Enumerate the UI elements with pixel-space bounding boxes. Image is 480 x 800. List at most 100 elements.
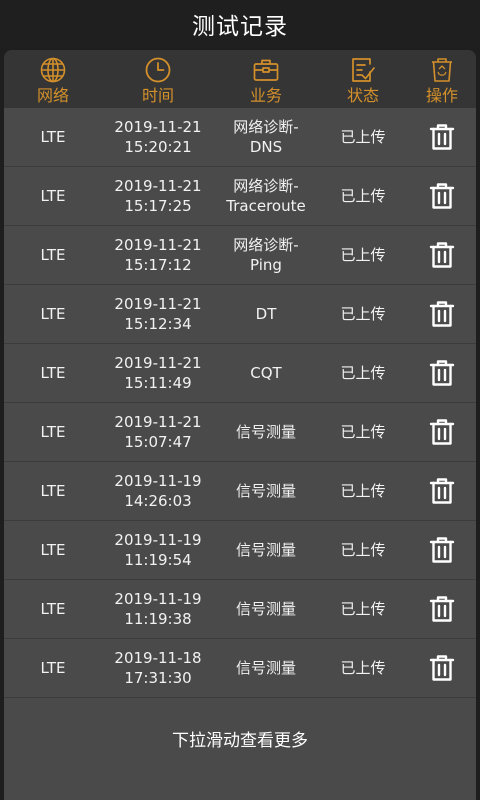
clock-icon: [145, 57, 171, 83]
load-more-hint[interactable]: 下拉滑动查看更多: [4, 698, 476, 778]
globe-icon: [40, 57, 66, 83]
row-business-line2: Traceroute: [226, 197, 306, 215]
row-business: CQT: [214, 344, 318, 402]
recycle-bin-icon: [432, 58, 452, 82]
header-business: 业务: [214, 50, 318, 108]
row-business-line1: 信号测量: [235, 482, 296, 500]
delete-button[interactable]: [408, 462, 476, 520]
row-business: 信号测量: [214, 462, 318, 520]
title-bar: 测试记录: [0, 0, 480, 48]
header-action-label: 操作: [425, 86, 458, 105]
table-row[interactable]: LTE 2019-11-18 17:31:30 信号测量 已上传: [4, 639, 476, 698]
row-business-line1: 信号测量: [235, 423, 296, 441]
header-network-label: 网络: [36, 86, 69, 105]
row-datetime: 2019-11-21 15:07:47: [102, 403, 214, 461]
row-time: 11:19:38: [124, 610, 192, 628]
row-date: 2019-11-21: [114, 177, 202, 195]
delete-button[interactable]: [408, 580, 476, 638]
row-date: 2019-11-21: [114, 295, 202, 313]
row-business-line1: 信号测量: [235, 600, 296, 618]
row-business-line1: 网络诊断-: [233, 236, 299, 254]
delete-button[interactable]: [408, 639, 476, 697]
row-network: LTE: [40, 364, 66, 382]
row-network: LTE: [40, 423, 66, 441]
row-business-line2: DNS: [249, 138, 283, 156]
row-time: 14:26:03: [124, 492, 192, 510]
row-status: 已上传: [340, 541, 386, 559]
delete-button[interactable]: [408, 344, 476, 402]
row-business-line1: 信号测量: [235, 541, 296, 559]
row-business: 网络诊断- DNS: [214, 108, 318, 166]
row-status: 已上传: [340, 305, 386, 323]
row-network: LTE: [40, 187, 66, 205]
row-business: 信号测量: [214, 403, 318, 461]
row-time: 15:17:12: [124, 256, 192, 274]
row-date: 2019-11-18: [114, 649, 202, 667]
trash-icon: [429, 419, 455, 445]
delete-button[interactable]: [408, 226, 476, 284]
trash-icon: [429, 124, 455, 150]
row-status: 已上传: [340, 246, 386, 264]
row-network: LTE: [40, 659, 66, 677]
table-row[interactable]: LTE 2019-11-21 15:17:25 网络诊断- Traceroute 已上传: [4, 167, 476, 226]
row-business-line1: 信号测量: [235, 659, 296, 677]
row-date: 2019-11-19: [114, 590, 202, 608]
row-business-line1: CQT: [250, 364, 282, 382]
table-row[interactable]: LTE 2019-11-21 15:12:34 DT 已上传: [4, 285, 476, 344]
delete-button[interactable]: [408, 403, 476, 461]
row-datetime: 2019-11-21 15:11:49: [102, 344, 214, 402]
header-status-label: 状态: [346, 86, 379, 105]
table-row[interactable]: LTE 2019-11-19 11:19:54 信号测量 已上传: [4, 521, 476, 580]
row-network: LTE: [40, 600, 66, 618]
row-business: 信号测量: [214, 521, 318, 579]
row-business: 信号测量: [214, 580, 318, 638]
delete-button[interactable]: [408, 521, 476, 579]
header-network: 网络: [4, 50, 102, 108]
table-row[interactable]: LTE 2019-11-21 15:07:47 信号测量 已上传: [4, 403, 476, 462]
row-business-line1: DT: [255, 305, 277, 323]
row-datetime: 2019-11-21 15:20:21: [102, 108, 214, 166]
row-date: 2019-11-21: [114, 413, 202, 431]
row-time: 15:11:49: [124, 374, 192, 392]
row-network: LTE: [40, 482, 66, 500]
table-row[interactable]: LTE 2019-11-21 15:11:49 CQT 已上传: [4, 344, 476, 403]
row-date: 2019-11-19: [114, 472, 202, 490]
delete-button[interactable]: [408, 108, 476, 166]
table-row[interactable]: LTE 2019-11-19 14:26:03 信号测量 已上传: [4, 462, 476, 521]
trash-icon: [429, 537, 455, 563]
row-business-line1: 网络诊断-: [233, 118, 299, 136]
trash-icon: [429, 183, 455, 209]
header-time: 时间: [102, 50, 214, 108]
trash-icon: [429, 596, 455, 622]
table-row[interactable]: LTE 2019-11-21 15:20:21 网络诊断- DNS 已上传: [4, 108, 476, 167]
row-network: LTE: [40, 128, 66, 146]
row-date: 2019-11-19: [114, 531, 202, 549]
page-title: 测试记录: [192, 14, 288, 40]
delete-button[interactable]: [408, 285, 476, 343]
row-business: 网络诊断- Ping: [214, 226, 318, 284]
header-status: 状态: [318, 50, 408, 108]
trash-icon: [429, 301, 455, 327]
row-business: 信号测量: [214, 639, 318, 697]
delete-button[interactable]: [408, 167, 476, 225]
row-status: 已上传: [340, 423, 386, 441]
row-date: 2019-11-21: [114, 118, 202, 136]
row-time: 11:19:54: [124, 551, 192, 569]
row-status: 已上传: [340, 128, 386, 146]
records-list: LTE 2019-11-21 15:20:21 网络诊断- DNS 已上传 LTE 2019-…: [4, 108, 476, 698]
row-date: 2019-11-21: [114, 236, 202, 254]
row-network: LTE: [40, 541, 66, 559]
row-datetime: 2019-11-18 17:31:30: [102, 639, 214, 697]
row-network: LTE: [40, 246, 66, 264]
row-datetime: 2019-11-19 11:19:38: [102, 580, 214, 638]
table-row[interactable]: LTE 2019-11-19 11:19:38 信号测量 已上传: [4, 580, 476, 639]
row-business-line1: 网络诊断-: [233, 177, 299, 195]
header-business-label: 业务: [249, 86, 282, 105]
table-row[interactable]: LTE 2019-11-21 15:17:12 网络诊断- Ping 已上传: [4, 226, 476, 285]
table-header: 网络 时间 业务 状态 操作: [4, 50, 476, 108]
header-time-label: 时间: [141, 86, 174, 105]
row-status: 已上传: [340, 659, 386, 677]
row-business: 网络诊断- Traceroute: [214, 167, 318, 225]
trash-icon: [429, 655, 455, 681]
row-status: 已上传: [340, 600, 386, 618]
